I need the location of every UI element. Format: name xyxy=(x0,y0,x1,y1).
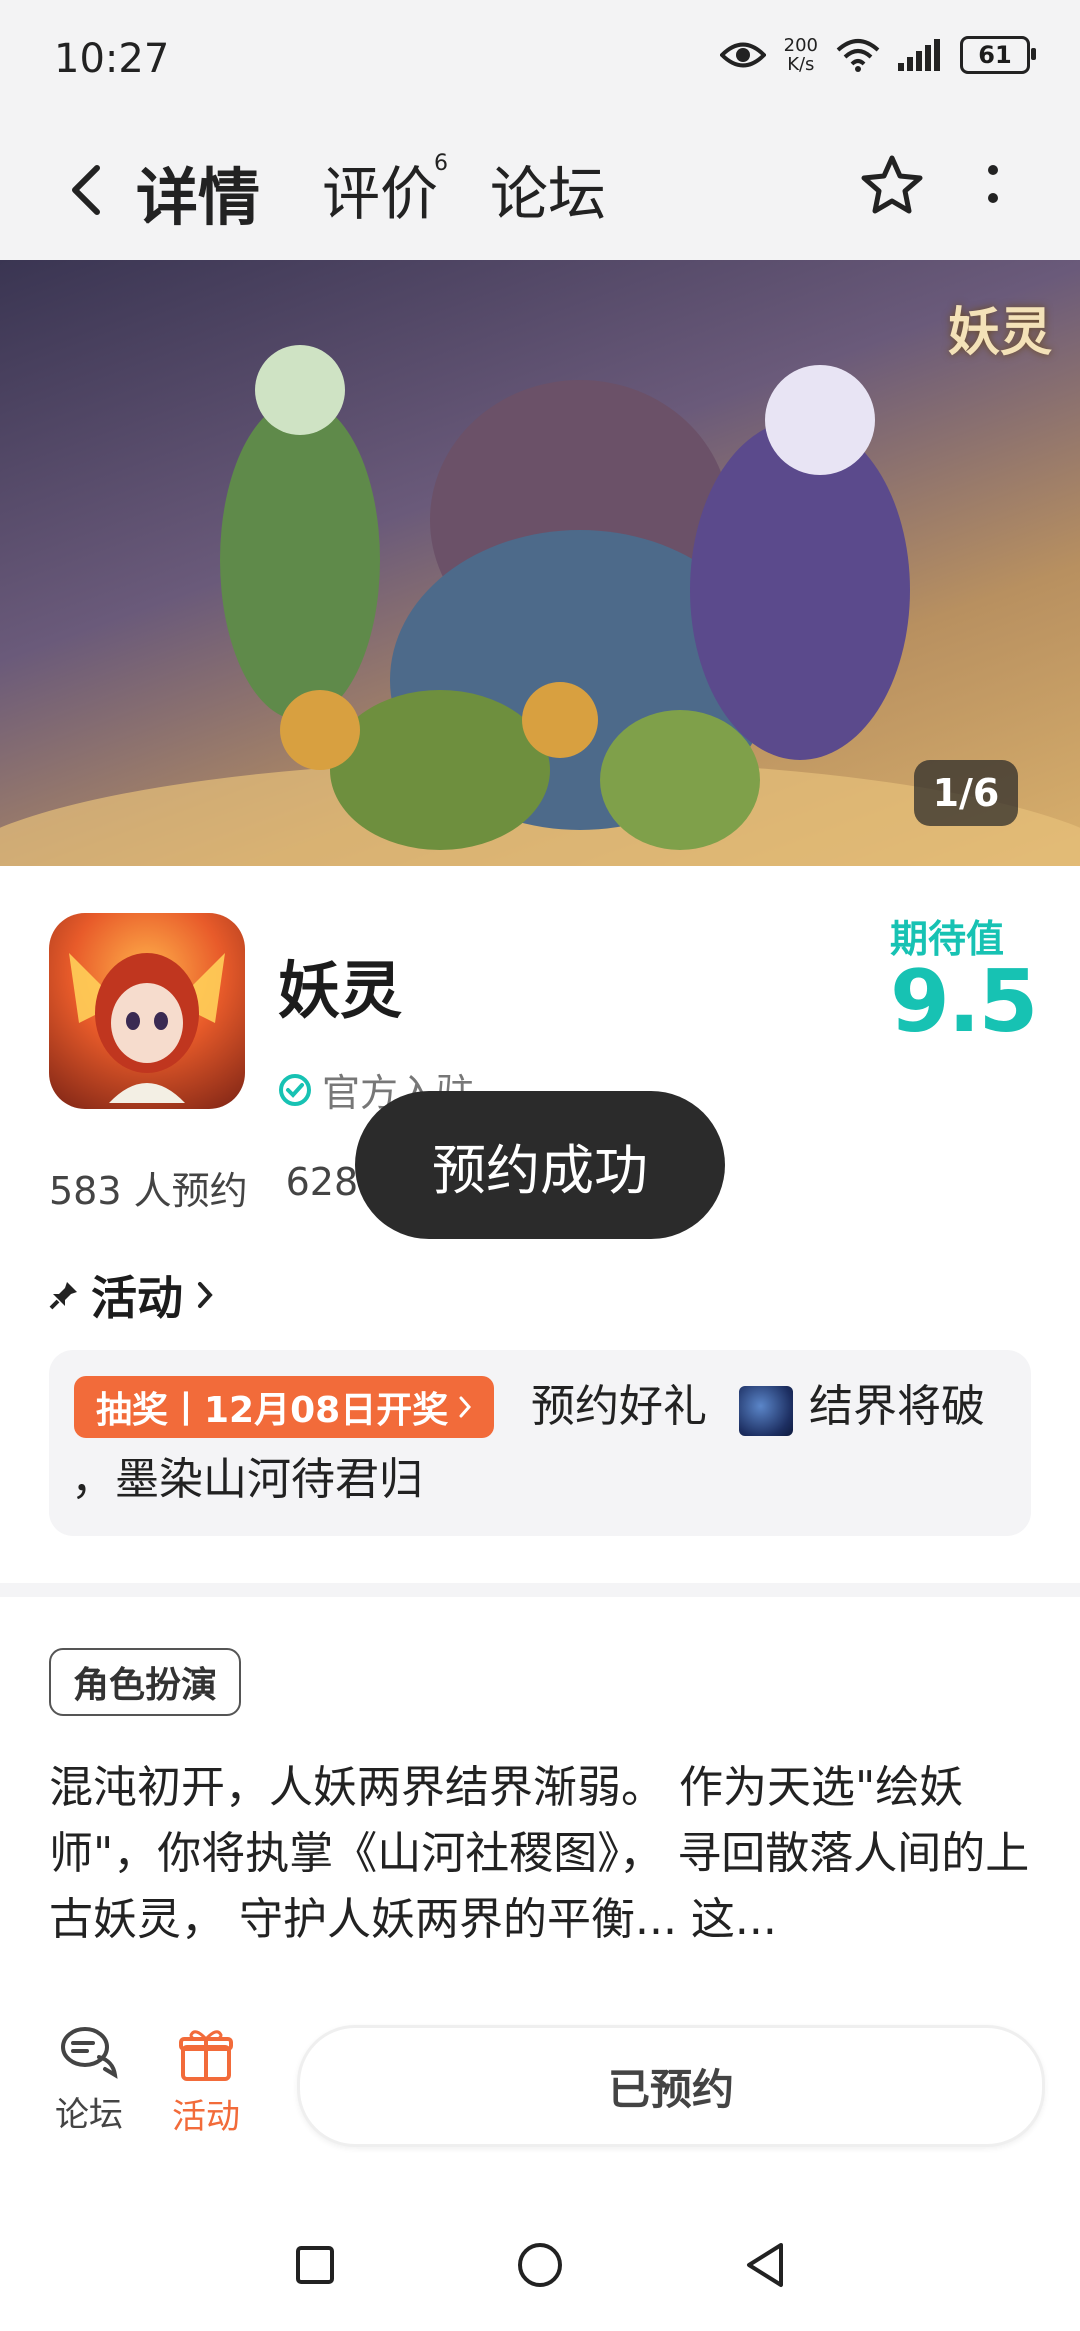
section-divider xyxy=(0,1583,1080,1597)
status-bar: 10:27 200 K/s 61 xyxy=(0,0,1080,125)
app-name: 妖灵 xyxy=(278,954,403,1027)
more-vertical-icon xyxy=(988,165,998,203)
carousel-counter: 1/6 xyxy=(914,760,1018,826)
chevron-right-icon xyxy=(459,1396,472,1418)
wifi-icon xyxy=(836,38,880,72)
bottom-action-bar: 论坛 活动 已预约 xyxy=(0,1990,1080,2200)
chevron-right-icon xyxy=(198,1282,213,1308)
expectation-score: 9.5 xyxy=(890,952,1038,1052)
battery-icon: 61 xyxy=(960,36,1036,74)
system-back-button[interactable] xyxy=(730,2230,800,2300)
back-button[interactable] xyxy=(52,155,122,225)
system-navigation-bar xyxy=(0,2200,1080,2331)
tab-details[interactable]: 详情 xyxy=(130,147,267,237)
more-options-button[interactable] xyxy=(968,149,1018,221)
circle-icon xyxy=(518,2243,562,2287)
forum-chat-icon xyxy=(61,2027,118,2079)
app-stats: 583 人预约 628 xyxy=(49,1160,358,1215)
pin-icon xyxy=(49,1282,77,1310)
reviews-count-badge: 6 xyxy=(434,151,449,176)
activity-card[interactable]: 抽奖丨12月08日开奖 预约好礼 结界将破 ，墨染山河待君归 xyxy=(49,1350,1031,1536)
square-icon xyxy=(296,2246,334,2284)
activity-section-header[interactable]: 活动 xyxy=(49,1262,215,1328)
activity-text-line2: ，墨染山河待君归 xyxy=(71,1454,423,1505)
chevron-left-icon xyxy=(72,165,100,215)
activity-text-continued: 结界将破 xyxy=(809,1381,985,1432)
triangle-back-icon xyxy=(747,2243,783,2287)
genre-tag[interactable]: 角色扮演 xyxy=(49,1648,242,1716)
network-speed: 200 K/s xyxy=(783,35,818,75)
screenshot-carousel[interactable]: 妖灵 1/6 xyxy=(0,260,1080,866)
favorite-button[interactable] xyxy=(856,149,928,221)
top-nav-bar: 详情 评价 6 论坛 xyxy=(0,125,1080,260)
banner-logo: 妖灵 xyxy=(947,302,1052,363)
tab-forum[interactable]: 论坛 xyxy=(490,147,606,231)
recent-apps-button[interactable] xyxy=(280,2230,350,2300)
activity-text: 预约好礼 xyxy=(531,1381,707,1432)
follower-count: 628 xyxy=(285,1160,359,1204)
gift-icon xyxy=(179,2030,233,2081)
activity-thumbnail xyxy=(739,1386,793,1436)
bottom-activity-button[interactable]: 活动 xyxy=(172,2025,240,2138)
home-button[interactable] xyxy=(505,2230,575,2300)
signal-icon xyxy=(898,39,942,71)
toast-message: 预约成功 xyxy=(355,1091,725,1239)
status-icons: 200 K/s 61 xyxy=(719,35,1036,75)
reserved-button[interactable]: 已预约 xyxy=(297,2025,1045,2147)
reservation-count: 583 人预约 xyxy=(49,1169,248,1213)
eye-icon xyxy=(719,40,766,70)
bottom-forum-button[interactable]: 论坛 xyxy=(55,2025,123,2136)
app-icon xyxy=(49,913,245,1109)
game-description[interactable]: 混沌初开，人妖两界结界渐弱。 作为天选"绘妖师"，你将执掌《山河社稷图》， 寻回… xyxy=(49,1755,1039,1953)
status-time: 10:27 xyxy=(54,36,170,82)
tab-reviews[interactable]: 评价 6 xyxy=(322,147,448,231)
verified-check-icon xyxy=(279,1073,311,1106)
star-icon xyxy=(861,155,923,214)
lottery-badge[interactable]: 抽奖丨12月08日开奖 xyxy=(74,1376,495,1438)
